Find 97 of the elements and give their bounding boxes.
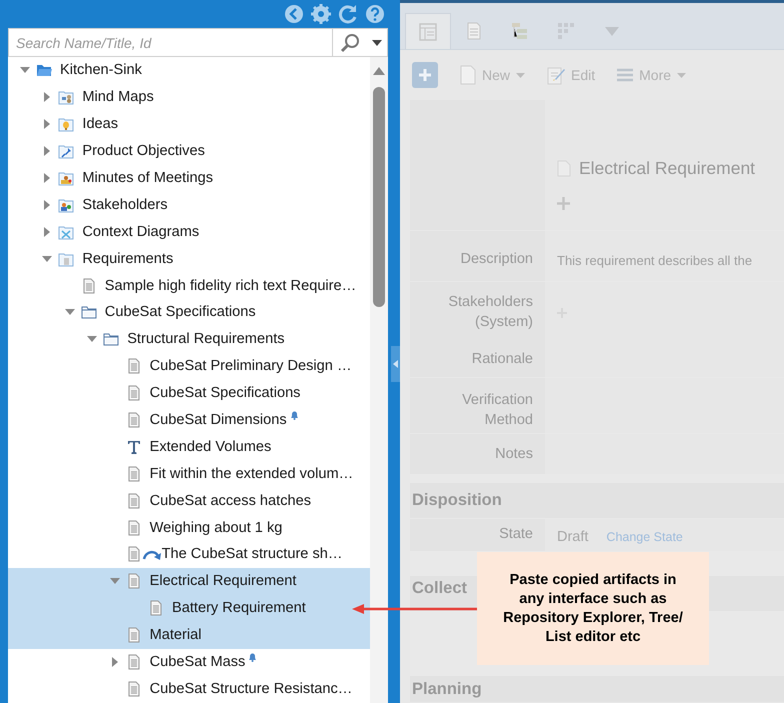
edit-icon: [547, 65, 566, 85]
field-value: Draft: [557, 529, 588, 546]
document-icon: [80, 278, 97, 294]
tree-item[interactable]: Minutes of Meetings: [82, 170, 213, 186]
tree-item[interactable]: Sample high fidelity rich text Require…: [104, 278, 356, 294]
help-icon[interactable]: [365, 4, 385, 24]
tree-item[interactable]: Weighing about 1 kg: [150, 520, 282, 536]
caret-icon: [372, 40, 382, 46]
mind-map-icon: [58, 89, 74, 106]
section-heading: Collect: [412, 579, 468, 598]
field-value: This requirement describes all the: [557, 252, 752, 268]
add-button[interactable]: [412, 62, 438, 88]
tree-item[interactable]: Stakeholders: [82, 196, 168, 213]
collapse-handle[interactable]: [391, 346, 400, 382]
section-heading: Disposition: [412, 490, 502, 509]
tree-item[interactable]: Context Diagrams: [82, 224, 200, 240]
collapse-arrow-icon[interactable]: [42, 256, 52, 262]
tree-item[interactable]: Product Objectives: [82, 143, 205, 160]
light-bulb-icon: [58, 116, 74, 132]
field-label: Verification Method: [461, 391, 533, 430]
scroll-up-icon: [373, 67, 385, 75]
section-heading: Planning: [412, 680, 482, 698]
expand-arrow-icon[interactable]: [112, 657, 118, 668]
folder-icon: [80, 304, 97, 320]
document-icon: [126, 466, 142, 482]
tree-item[interactable]: CubeSat access hatches: [150, 492, 312, 509]
tree-item[interactable]: CubeSat Preliminary Design …: [150, 358, 352, 374]
tree-item[interactable]: CubeSat Specifications: [104, 304, 256, 320]
settings-icon[interactable]: [311, 4, 331, 24]
scrollbar-thumb[interactable]: [373, 87, 385, 307]
document-icon: [126, 654, 142, 670]
document-icon: [126, 627, 142, 644]
collapse-arrow-icon[interactable]: [110, 578, 120, 584]
document-icon: [465, 22, 483, 40]
document-icon: [126, 385, 142, 402]
tree-item[interactable]: Extended Volumes: [150, 438, 272, 455]
collapse-arrow-icon[interactable]: [64, 309, 75, 316]
field-label: State: [499, 526, 533, 542]
tree-view-icon: [511, 22, 529, 40]
back-icon[interactable]: [284, 4, 304, 24]
caret-icon: [516, 72, 526, 78]
collapse-arrow-icon: [393, 360, 398, 368]
expand-arrow-icon[interactable]: [44, 146, 50, 156]
field-label: Description: [460, 250, 533, 269]
plus-icon: [419, 69, 431, 81]
document-icon: [148, 600, 164, 616]
expand-arrow-icon[interactable]: [44, 226, 50, 237]
people-icon: [58, 196, 74, 213]
refresh-icon[interactable]: [338, 4, 358, 24]
menu-icon: [617, 68, 634, 82]
tree-item[interactable]: CubeSat Structure Resistanc…: [150, 680, 352, 697]
tree-item[interactable]: CubeSat Specifications: [150, 385, 300, 402]
callout-note: Paste copied artifacts in any interface such as Repository Explorer, Tree/ List editor etc: [477, 552, 709, 665]
tree-item[interactable]: Requirements: [82, 250, 174, 267]
field-label: Notes: [495, 444, 533, 464]
document-icon: [126, 412, 142, 428]
folder-icon: [103, 331, 120, 348]
tree-item[interactable]: Ideas: [82, 116, 118, 132]
tree-item[interactable]: Material: [150, 627, 202, 644]
form-view-icon: [419, 22, 437, 40]
expand-arrow-icon[interactable]: [44, 200, 50, 210]
search-field[interactable]: Search Name/Title, Id: [8, 28, 388, 57]
folder-icon: [36, 62, 52, 78]
collapse-arrow-icon[interactable]: [87, 336, 98, 342]
expand-arrow-icon[interactable]: [44, 173, 50, 183]
item-title: Electrical Requirement: [579, 158, 756, 179]
diagram-icon: [58, 224, 74, 240]
collapse-arrow-icon[interactable]: [20, 67, 30, 74]
meeting-icon: [58, 170, 74, 186]
caret-icon: [677, 72, 686, 78]
expand-arrow-icon[interactable]: [44, 119, 50, 130]
tree-item[interactable]: Structural Requirements: [127, 331, 285, 348]
tree-item[interactable]: Battery Requirement: [172, 600, 306, 616]
document-icon: [460, 65, 476, 85]
scrollbar[interactable]: [370, 57, 388, 703]
tree-item[interactable]: Kitchen-Sink: [60, 62, 142, 78]
document-icon: [126, 520, 142, 536]
tree-item[interactable]: Fit within the extended volum…: [150, 466, 354, 482]
document-icon: [126, 492, 142, 509]
tree-item[interactable]: Electrical Requirement: [150, 573, 296, 590]
text-type-icon: [126, 438, 142, 455]
expand-arrow-icon[interactable]: [44, 92, 50, 102]
pushpin-icon: [58, 143, 74, 160]
tree-item[interactable]: CubeSat Dimensions: [150, 412, 287, 428]
document-icon: [126, 358, 142, 374]
field-label: Stakeholders (System): [447, 292, 533, 332]
board-icon: [557, 22, 575, 40]
tree-item[interactable]: CubeSat Mass: [150, 654, 246, 670]
tree-item[interactable]: Mind Maps: [82, 89, 154, 106]
document-icon: [126, 680, 142, 697]
search-icon: [340, 32, 360, 52]
add-icon: [557, 197, 570, 210]
field-label: Rationale: [472, 350, 533, 370]
requirements-folder-icon: [58, 250, 74, 267]
document-icon: [126, 546, 142, 562]
tree-item[interactable]: The CubeSat structure sh…: [162, 546, 342, 562]
document-icon: [126, 573, 142, 590]
